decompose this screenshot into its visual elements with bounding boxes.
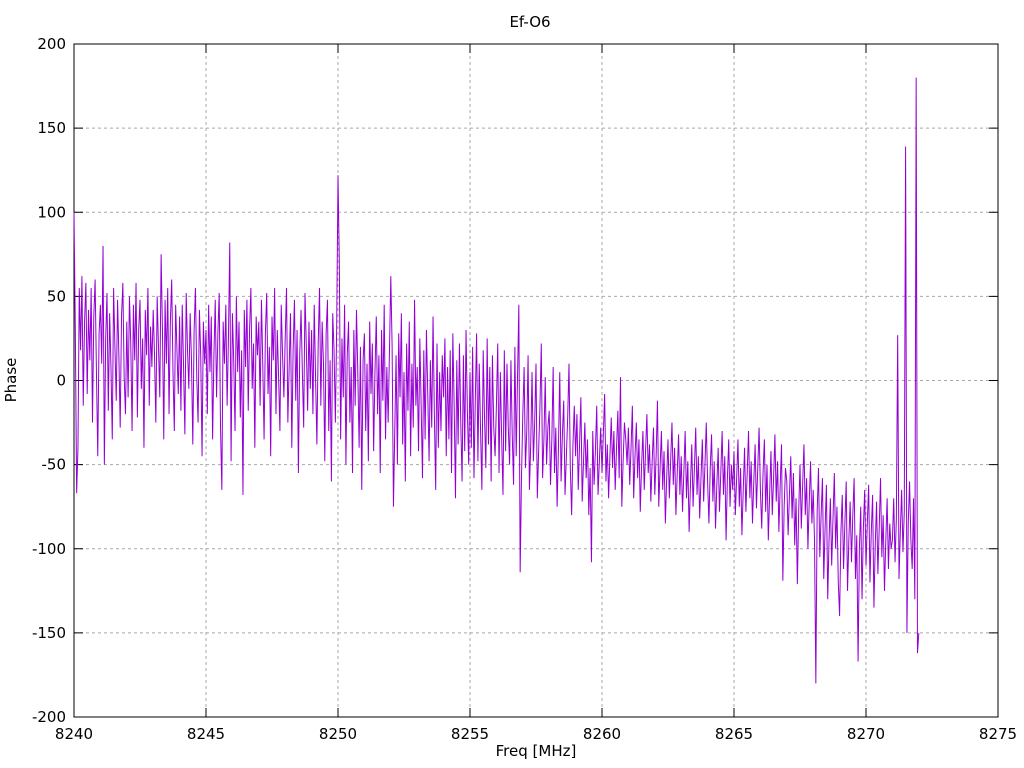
- x-tick-label: 8240: [55, 725, 93, 743]
- y-tick-label: -50: [42, 456, 67, 474]
- x-tick-label: 8255: [451, 725, 489, 743]
- x-tick-label: 8265: [715, 725, 753, 743]
- y-tick-label: 100: [37, 203, 66, 221]
- x-tick-label: 8270: [847, 725, 885, 743]
- x-tick-label: 8245: [187, 725, 225, 743]
- y-tick-label: 50: [47, 287, 66, 305]
- chart-title: Ef-O6: [509, 13, 550, 31]
- y-tick-label: 200: [37, 35, 66, 53]
- y-tick-label: 150: [37, 119, 66, 137]
- x-tick-label: 8275: [979, 725, 1017, 743]
- x-tick-label: 8250: [319, 725, 357, 743]
- gnuplot-figure: Ef-O6 Freq [MHz] Phase 8240 8245 8250 8255 8…: [0, 0, 1024, 768]
- y-tick-label: -200: [32, 708, 66, 726]
- x-tick-labels: 8240 8245 8250 8255 8260 8265 8270 8275: [55, 725, 1017, 743]
- x-axis-label: Freq [MHz]: [496, 742, 577, 760]
- y-tick-label: 0: [56, 372, 66, 390]
- y-tick-label: -150: [32, 624, 66, 642]
- y-axis-label: Phase: [2, 358, 20, 403]
- y-tick-label: -100: [32, 540, 66, 558]
- x-tick-label: 8260: [583, 725, 621, 743]
- phase-vs-freq-plot: Ef-O6 Freq [MHz] Phase 8240 8245 8250 8255 8…: [2, 13, 1017, 760]
- y-tick-labels: -200 -150 -100 -50 0 50 100 150 200: [32, 35, 66, 726]
